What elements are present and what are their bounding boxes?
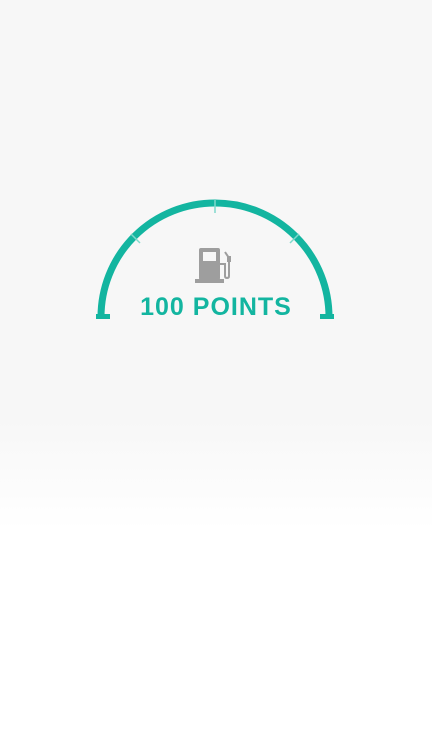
fuel-points-gauge: 100 POINTS	[0, 0, 432, 735]
fuel-pump-icon	[195, 248, 231, 283]
gauge-arc	[96, 199, 334, 319]
points-label: 100 POINTS	[140, 293, 292, 321]
